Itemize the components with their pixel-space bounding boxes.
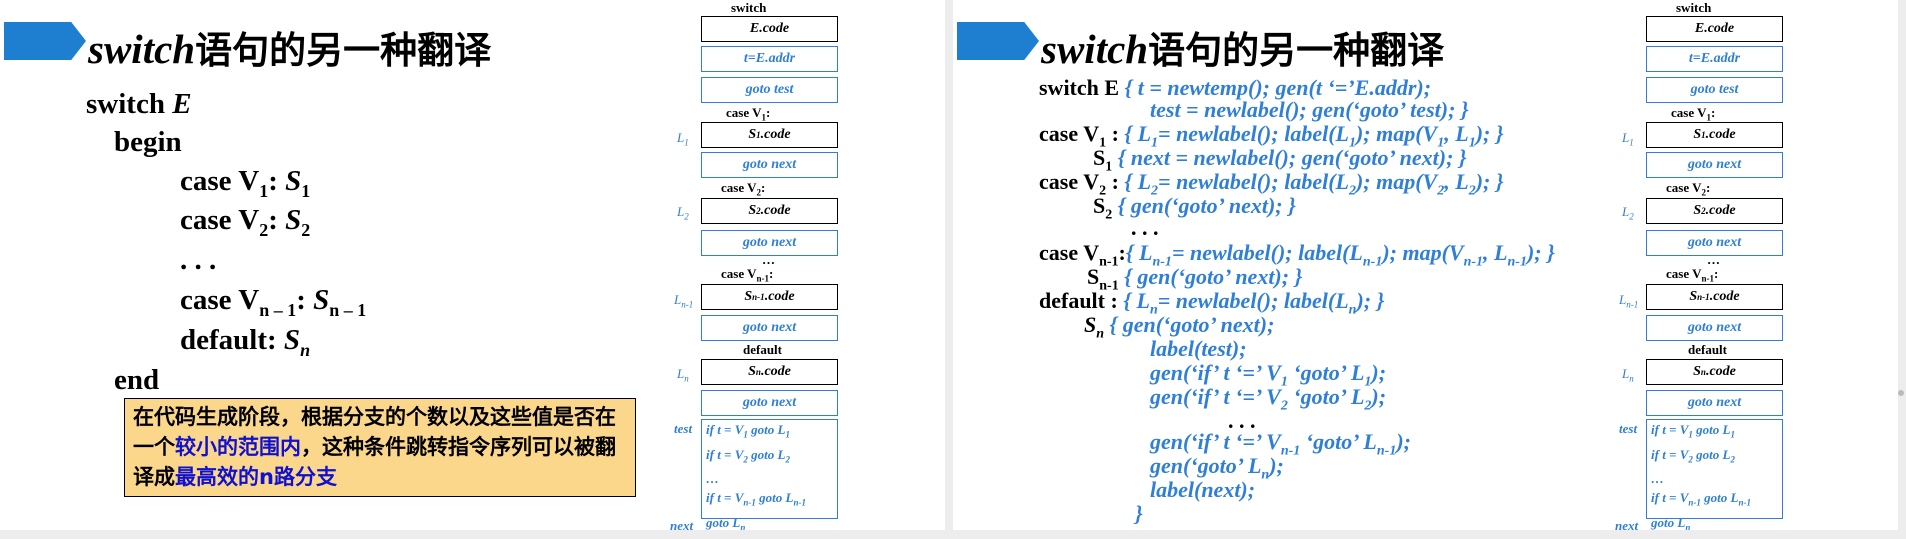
label-ln1: Ln-1 — [674, 292, 694, 310]
box-sn1-code: Sn-1 .code — [701, 284, 838, 310]
code-case-n: case Vn – 1: Sn – 1 — [180, 284, 367, 320]
diagram-default-label: default — [743, 342, 782, 357]
box-t-assign: t=E.addr — [1646, 46, 1783, 72]
box-goto-next-4: goto next — [701, 390, 838, 416]
box-s1-code: S 1 .code — [1646, 122, 1783, 148]
label-l2: L2 — [1622, 204, 1634, 222]
label-test: test — [1619, 421, 1638, 436]
switch-diagram-right: switch E.code t=E.addr goto test case V1… — [953, 0, 1890, 530]
label-ln: Ln — [1622, 366, 1634, 384]
slide-left: switch语句的另一种翻译 switch E begin case V1: S… — [0, 0, 945, 530]
label-ln1: Ln-1 — [1619, 292, 1639, 310]
box-test-block: if t = V1 goto L1 if t = V2 goto L2 … if… — [1646, 419, 1783, 530]
box-goto-next-3: goto next — [1646, 315, 1783, 341]
code-end: end — [114, 364, 160, 396]
diagram-case1-label: case V1: — [1671, 105, 1716, 123]
box-s1-code: S 1 .code — [701, 122, 838, 148]
box-s2-code: S 2 .code — [1646, 198, 1783, 224]
label-l2: L2 — [677, 204, 689, 222]
code-case-1: case V1: S1 — [180, 165, 311, 201]
box-e-code: E.code — [1646, 16, 1783, 42]
code-switch: switch E — [86, 88, 192, 120]
title-arrow-icon — [4, 22, 86, 60]
diagram-casen-label: case Vn-1: — [721, 266, 774, 284]
box-goto-test: goto test — [701, 77, 838, 103]
box-goto-next-4: goto next — [1646, 390, 1783, 416]
code-ellipsis: . . . — [180, 244, 217, 276]
slide-title: switch语句的另一种翻译 — [88, 26, 492, 72]
box-test-block: if t = V1 goto L1 if t = V2 goto L2 … if… — [701, 419, 838, 530]
code-default: default: Sn — [180, 324, 311, 360]
box-goto-next-1: goto next — [1646, 152, 1783, 178]
box-sn1-code: Sn-1 .code — [1646, 284, 1783, 310]
diagram-casen-label: case Vn-1: — [1666, 266, 1719, 284]
label-test: test — [674, 421, 693, 436]
code-begin: begin — [114, 126, 182, 158]
diagram-default-label: default — [1688, 342, 1727, 357]
box-goto-next-3: goto next — [701, 315, 838, 341]
diagram-case2-label: case V2: — [721, 180, 766, 198]
box-t-assign: t=E.addr — [701, 46, 838, 72]
diagram-case2-label: case V2: — [1666, 180, 1711, 198]
box-goto-test: goto test — [1646, 77, 1783, 103]
label-next: next — [1615, 518, 1639, 530]
scroll-indicator[interactable] — [1898, 390, 1904, 396]
box-goto-next-1: goto next — [701, 152, 838, 178]
label-ln: Ln — [677, 366, 689, 384]
label-next: next — [670, 518, 694, 530]
box-e-code: E.code — [701, 16, 838, 42]
box-sn-code: Sn .code — [1646, 359, 1783, 385]
diagram-case1-label: case V1: — [726, 105, 771, 123]
box-sn-code: Sn .code — [701, 359, 838, 385]
diagram-switch-label: switch — [731, 0, 767, 15]
code-case-2: case V2: S2 — [180, 204, 311, 240]
diagram-switch-label: switch — [1676, 0, 1712, 15]
slide-right: switch语句的另一种翻译 switch E { t = newtemp();… — [953, 0, 1898, 530]
box-s2-code: S 2 .code — [701, 198, 838, 224]
label-l1: L1 — [1622, 130, 1634, 148]
info-note: 在代码生成阶段，根据分支的个数以及这些值是否在一个较小的范围内，这种条件跳转指令… — [124, 398, 636, 497]
label-l1: L1 — [677, 130, 689, 148]
